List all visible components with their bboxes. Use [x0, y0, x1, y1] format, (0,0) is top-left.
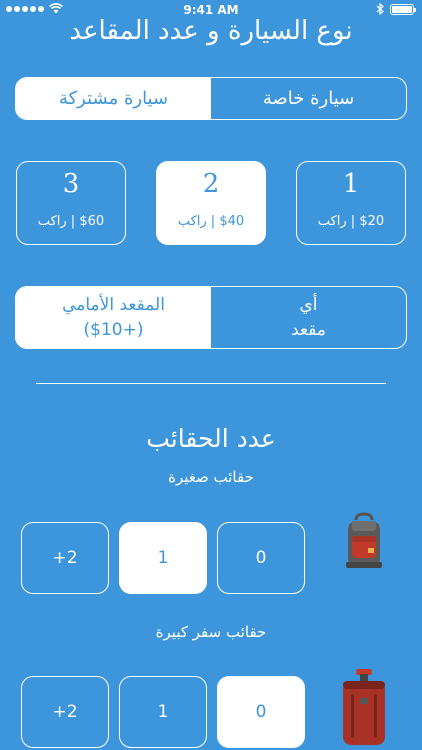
any-seat-label-line2: مقعد [291, 319, 326, 340]
bags-title: عدد الحقائب [146, 424, 276, 453]
seats-option-3[interactable]: 3 $60 | راكب [16, 161, 126, 245]
status-right [376, 3, 416, 15]
seats-number: 2 [202, 169, 220, 199]
battery-icon [390, 3, 416, 15]
any-seat-option[interactable]: أي مقعد [211, 287, 406, 348]
suitcase-icon [343, 669, 385, 745]
large-bags-label: حقائب سفر كبيرة [155, 623, 267, 641]
car-type-shared[interactable]: سيارة مشتركة [16, 78, 211, 119]
seats-price: $20 | راكب [317, 214, 385, 229]
battery-level [392, 5, 412, 13]
any-seat-label-line1: أي [299, 294, 318, 315]
front-seat-price: (+$10) [83, 319, 144, 340]
backpack-icon [346, 512, 382, 568]
front-seat-option[interactable]: المقعد الأمامي (+$10) [16, 287, 211, 348]
car-type-selector: سيارة مشتركة سيارة خاصة [15, 77, 407, 120]
front-seat-label: المقعد الأمامي [62, 294, 165, 315]
seats-option-1[interactable]: 1 $20 | راكب [296, 161, 406, 245]
seats-option-2[interactable]: 2 $40 | راكب [156, 161, 266, 245]
small-bags-label: حقائب صغيرة [168, 468, 254, 486]
car-type-private[interactable]: سيارة خاصة [211, 78, 406, 119]
bluetooth-icon [376, 3, 384, 15]
seats-price: $40 | راكب [177, 214, 245, 229]
small-bags-option-0[interactable]: 0 [217, 522, 305, 594]
large-bags-option-2plus[interactable]: +2 [21, 676, 109, 748]
page-title: نوع السيارة و عدد المقاعد [69, 16, 353, 46]
small-bags-option-1[interactable]: 1 [119, 522, 207, 594]
seats-price: $60 | راكب [37, 214, 105, 229]
large-bags-option-0[interactable]: 0 [217, 676, 305, 748]
small-bags-option-2plus[interactable]: +2 [21, 522, 109, 594]
seats-number: 3 [62, 169, 80, 199]
seat-position-selector: المقعد الأمامي (+$10) أي مقعد [15, 286, 407, 349]
section-divider [36, 383, 386, 384]
status-time: 9:41 AM [183, 3, 239, 17]
large-bags-option-1[interactable]: 1 [119, 676, 207, 748]
seats-number: 1 [342, 169, 360, 199]
